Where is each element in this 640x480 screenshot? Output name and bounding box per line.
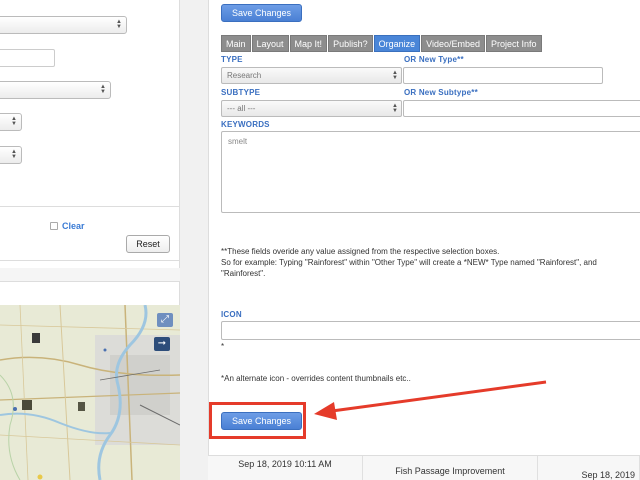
select-arrows-icon: ▲ ▼ bbox=[392, 103, 398, 114]
clear-checkbox[interactable] bbox=[50, 222, 58, 230]
highlight-box bbox=[209, 402, 306, 439]
table-cell-date: Sep 18, 2019 10:11 AM bbox=[208, 456, 363, 480]
table-cell-date-2: Sep 18, 2019 bbox=[538, 456, 640, 480]
table-row[interactable]: Sep 18, 2019 10:11 AM Fish Passage Impro… bbox=[208, 455, 640, 480]
clear-label[interactable]: Clear bbox=[62, 221, 85, 231]
reset-button[interactable]: Reset bbox=[126, 235, 170, 253]
select-arrows-icon: ▲ ▼ bbox=[11, 116, 17, 127]
tab-publish[interactable]: Publish? bbox=[328, 35, 373, 52]
filter-select-2[interactable]: ▲ ▼ bbox=[0, 81, 111, 99]
tab-layout[interactable]: Layout bbox=[251, 35, 289, 52]
tab-bar: Main Layout Map It! Publish? Organize Vi… bbox=[221, 35, 542, 52]
subtype-select[interactable]: --- all --- ▲ ▼ bbox=[221, 100, 402, 117]
type-select-value: Research bbox=[227, 71, 262, 80]
map-view[interactable]: ⤢ ➞ bbox=[0, 305, 180, 480]
filter-select-4[interactable]: ▲ ▼ bbox=[0, 146, 22, 164]
table-cell-title: Fish Passage Improvement bbox=[363, 456, 538, 480]
map-canvas bbox=[0, 305, 180, 480]
new-subtype-label: OR New Subtype** bbox=[404, 88, 478, 97]
clear-checkbox-group[interactable]: Clear bbox=[50, 221, 85, 231]
type-label: TYPE bbox=[221, 55, 243, 64]
select-arrows-icon: ▲ ▼ bbox=[100, 84, 106, 95]
keywords-textarea[interactable]: smelt bbox=[221, 131, 640, 213]
results-strip bbox=[0, 268, 180, 282]
select-arrows-icon: ▲ ▼ bbox=[116, 19, 122, 30]
divider bbox=[0, 206, 180, 207]
tab-video-embed[interactable]: Video/Embed bbox=[421, 35, 485, 52]
tab-project-info[interactable]: Project Info bbox=[486, 35, 542, 52]
select-arrows-icon: ▲ ▼ bbox=[11, 149, 17, 160]
subtype-label: SUBTYPE bbox=[221, 88, 261, 97]
new-subtype-input[interactable] bbox=[403, 100, 640, 117]
annotation-arrow-icon bbox=[314, 380, 547, 420]
icon-label: ICON bbox=[221, 310, 242, 319]
filter-select-1[interactable]: ▲ ▼ bbox=[0, 16, 127, 34]
tab-organize[interactable]: Organize bbox=[373, 35, 421, 52]
tab-main[interactable]: Main bbox=[221, 35, 251, 52]
filter-select-3[interactable]: ▲ ▼ bbox=[0, 113, 22, 131]
tab-map-it[interactable]: Map It! bbox=[289, 35, 328, 52]
override-note-line-1: **These fields overide any value assigne… bbox=[221, 247, 500, 256]
title-text[interactable]: Fish Passage Improvement bbox=[395, 466, 505, 476]
expand-icon[interactable]: ⤢ bbox=[157, 313, 173, 327]
save-changes-top-button[interactable]: Save Changes bbox=[221, 4, 303, 22]
filter-input[interactable] bbox=[0, 49, 55, 67]
arrow-right-icon[interactable]: ➞ bbox=[154, 337, 170, 351]
date-text-2: Sep 18, 2019 bbox=[581, 470, 635, 480]
new-type-input[interactable] bbox=[403, 67, 603, 84]
divider bbox=[0, 260, 180, 261]
override-note-line-3: "Rainforest". bbox=[221, 269, 266, 278]
new-type-label: OR New Type** bbox=[404, 55, 464, 64]
override-note-line-2: So for example: Typing "Rainforest" with… bbox=[221, 258, 597, 267]
icon-asterisk: * bbox=[221, 342, 225, 351]
select-arrows-icon: ▲ ▼ bbox=[392, 70, 398, 81]
date-text: Sep 18, 2019 10:11 AM bbox=[238, 459, 332, 469]
keywords-label: KEYWORDS bbox=[221, 120, 270, 129]
icon-input[interactable] bbox=[221, 321, 640, 340]
subtype-select-value: --- all --- bbox=[227, 104, 256, 113]
type-select[interactable]: Research ▲ ▼ bbox=[221, 67, 402, 84]
